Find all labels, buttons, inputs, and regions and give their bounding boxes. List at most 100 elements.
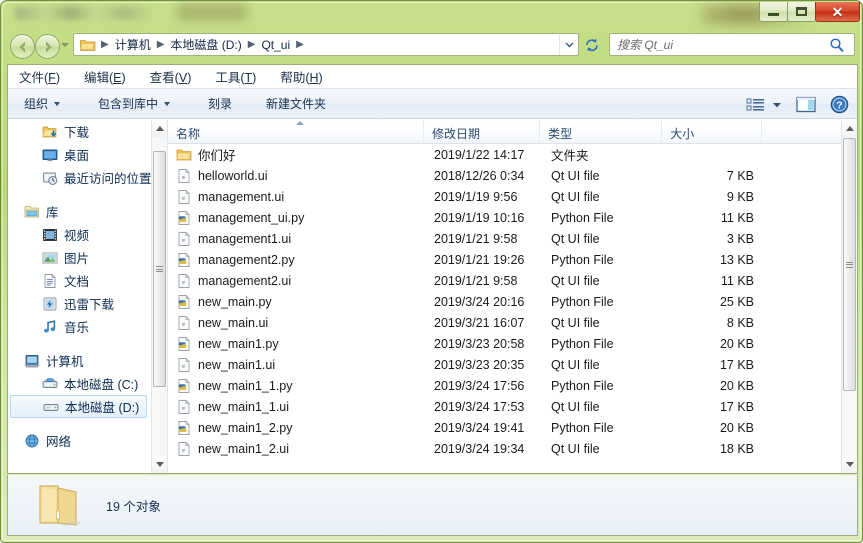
help-button[interactable]: ? <box>830 95 849 114</box>
sidebar-item-8[interactable]: 音乐 <box>8 315 151 338</box>
cell-name: ui management2.ui <box>168 273 426 289</box>
table-row[interactable]: ui new_main1.ui 2019/3/23 20:35 Qt UI file 1… <box>168 354 841 375</box>
breadcrumb-separator-2[interactable]: ▶ <box>245 39 259 50</box>
sidebar-item-label: 桌面 <box>64 149 90 163</box>
search-box[interactable] <box>609 33 855 56</box>
cell-size: 11 KB <box>720 273 754 288</box>
navigation-scrollbar[interactable] <box>151 120 167 473</box>
file-name-label: 你们好 <box>198 149 236 163</box>
table-row[interactable]: ui management1.ui 2019/1/21 9:58 Qt UI file… <box>168 228 841 249</box>
breadcrumb-item-1[interactable]: 本地磁盘 (D:) <box>167 34 244 55</box>
cell-name: ui helloworld.ui <box>168 168 426 184</box>
scrollbar-thumb[interactable] <box>843 138 856 391</box>
table-row[interactable]: ui management2.ui 2019/1/21 9:58 Qt UI file… <box>168 270 841 291</box>
column-header-size[interactable]: 大小 <box>662 120 762 144</box>
menu-help[interactable]: 帮助(H) <box>280 65 332 88</box>
ui-file-icon: ui <box>176 189 192 205</box>
sidebar-item-1[interactable]: 桌面 <box>8 143 151 166</box>
sidebar-item-10[interactable]: 本地磁盘 (C:) <box>8 372 151 395</box>
forward-button[interactable] <box>35 34 60 59</box>
cell-type: Python File <box>551 420 614 435</box>
scroll-up-button[interactable] <box>842 120 857 137</box>
burn-button[interactable]: 刻录 <box>200 92 240 115</box>
new-folder-button[interactable]: 新建文件夹 <box>258 92 334 115</box>
table-row[interactable]: ui new_main1_2.ui 2019/3/24 19:34 Qt UI fil… <box>168 438 841 459</box>
sidebar-item-11[interactable]: 本地磁盘 (D:) <box>10 395 147 418</box>
change-view-dropdown[interactable] <box>772 101 782 109</box>
python-file-icon <box>178 420 190 435</box>
change-view-button[interactable] <box>746 97 766 113</box>
desktop-icon <box>42 147 58 163</box>
close-button[interactable]: ✕ <box>815 2 860 22</box>
table-row[interactable]: ui new_main1_1.ui 2019/3/24 17:53 Qt UI fil… <box>168 396 841 417</box>
table-row[interactable]: new_main.py 2019/3/24 20:16 Python File 25 … <box>168 291 841 312</box>
search-icon[interactable] <box>827 37 849 53</box>
breadcrumb-separator-0[interactable]: ▶ <box>98 39 112 50</box>
cell-date: 2019/3/23 20:58 <box>434 336 525 351</box>
cell-name: new_main1_2.py <box>168 420 426 436</box>
scroll-down-button[interactable] <box>152 456 167 473</box>
cell-name: new_main.py <box>168 294 426 310</box>
back-button[interactable] <box>10 34 35 59</box>
cell-type: Python File <box>551 210 614 225</box>
scrollbar-thumb[interactable] <box>153 151 166 387</box>
explorer-window: ✕ ▶ 计算机 ▶ 本地磁盘 (D:) ▶ Qt_ui ▶ 搜索 Qt_ui 文… <box>0 0 863 543</box>
search-input[interactable] <box>610 36 827 53</box>
menu-file[interactable]: 文件(F) <box>19 65 70 88</box>
python-file-icon <box>178 252 190 267</box>
menu-view[interactable]: 查看(V) <box>150 65 202 88</box>
table-row[interactable]: new_main1_1.py 2019/3/24 17:56 Python File… <box>168 375 841 396</box>
file-name-label: new_main1_1.ui <box>198 399 290 414</box>
table-row[interactable]: new_main1_2.py 2019/3/24 19:41 Python File… <box>168 417 841 438</box>
recent-pages-dropdown[interactable] <box>61 43 69 47</box>
scroll-up-button[interactable] <box>152 120 167 137</box>
sidebar-item-0[interactable]: 下载 <box>8 120 151 143</box>
refresh-button[interactable] <box>581 34 603 55</box>
recent-places-icon <box>43 172 58 185</box>
sidebar-item-7[interactable]: 迅雷下载 <box>8 292 151 315</box>
address-bar[interactable]: ▶ 计算机 ▶ 本地磁盘 (D:) ▶ Qt_ui ▶ <box>73 33 579 56</box>
table-row[interactable]: 你们好 2019/1/22 14:17 文件夹 <box>168 144 841 165</box>
svg-text:ui: ui <box>182 279 186 284</box>
sidebar-item-4[interactable]: 视频 <box>8 223 151 246</box>
cell-date: 2019/3/21 16:07 <box>434 315 525 330</box>
cell-type: Qt UI file <box>551 399 600 414</box>
table-row[interactable]: management_ui.py 2019/1/19 10:16 Python Fi… <box>168 207 841 228</box>
title-bar[interactable]: ✕ <box>1 1 862 29</box>
breadcrumb-item-0[interactable]: 计算机 <box>112 34 154 55</box>
sidebar-item-9[interactable]: 计算机 <box>8 349 151 372</box>
breadcrumb-separator-3[interactable]: ▶ <box>293 39 307 50</box>
minimize-button[interactable] <box>759 2 788 22</box>
address-dropdown-button[interactable] <box>559 34 578 55</box>
sidebar-item-2[interactable]: 最近访问的位置 <box>8 166 152 189</box>
table-row[interactable]: management2.py 2019/1/21 19:26 Python File… <box>168 249 841 270</box>
menu-tools[interactable]: 工具(T) <box>215 65 266 88</box>
ui-file-icon: ui <box>178 189 190 204</box>
table-row[interactable]: ui new_main.ui 2019/3/21 16:07 Qt UI file 8 … <box>168 312 841 333</box>
include-in-library-button[interactable]: 包含到库中 <box>90 92 178 115</box>
show-preview-pane-button[interactable] <box>796 96 816 113</box>
organize-button[interactable]: 组织 <box>16 92 68 115</box>
sidebar-item-6[interactable]: 文档 <box>8 269 151 292</box>
sidebar-item-label: 本地磁盘 (C:) <box>64 378 139 392</box>
breadcrumb-separator-1[interactable]: ▶ <box>154 39 168 50</box>
sidebar-item-label: 最近访问的位置 <box>64 172 152 186</box>
cell-type: 文件夹 <box>551 149 589 163</box>
breadcrumb-item-2[interactable]: Qt_ui <box>258 36 293 54</box>
column-header-date[interactable]: 修改日期 <box>424 120 541 144</box>
column-header-name[interactable]: 名称 <box>168 120 425 144</box>
column-header-type[interactable]: 类型 <box>540 120 663 144</box>
menu-edit[interactable]: 编辑(E) <box>84 65 136 88</box>
cell-type: Python File <box>551 378 614 393</box>
column-header-blank[interactable] <box>762 120 841 144</box>
maximize-button[interactable] <box>787 2 816 22</box>
scroll-down-button[interactable] <box>842 456 857 473</box>
file-list-scrollbar[interactable] <box>841 120 857 473</box>
window-controls: ✕ <box>759 2 860 23</box>
sidebar-item-12[interactable]: 网络 <box>8 429 151 452</box>
sidebar-item-3[interactable]: 库 <box>8 200 151 223</box>
table-row[interactable]: new_main1.py 2019/3/23 20:58 Python File 20… <box>168 333 841 354</box>
table-row[interactable]: ui helloworld.ui 2018/12/26 0:34 Qt UI file… <box>168 165 841 186</box>
sidebar-item-5[interactable]: 图片 <box>8 246 151 269</box>
table-row[interactable]: ui management.ui 2019/1/19 9:56 Qt UI file 9… <box>168 186 841 207</box>
